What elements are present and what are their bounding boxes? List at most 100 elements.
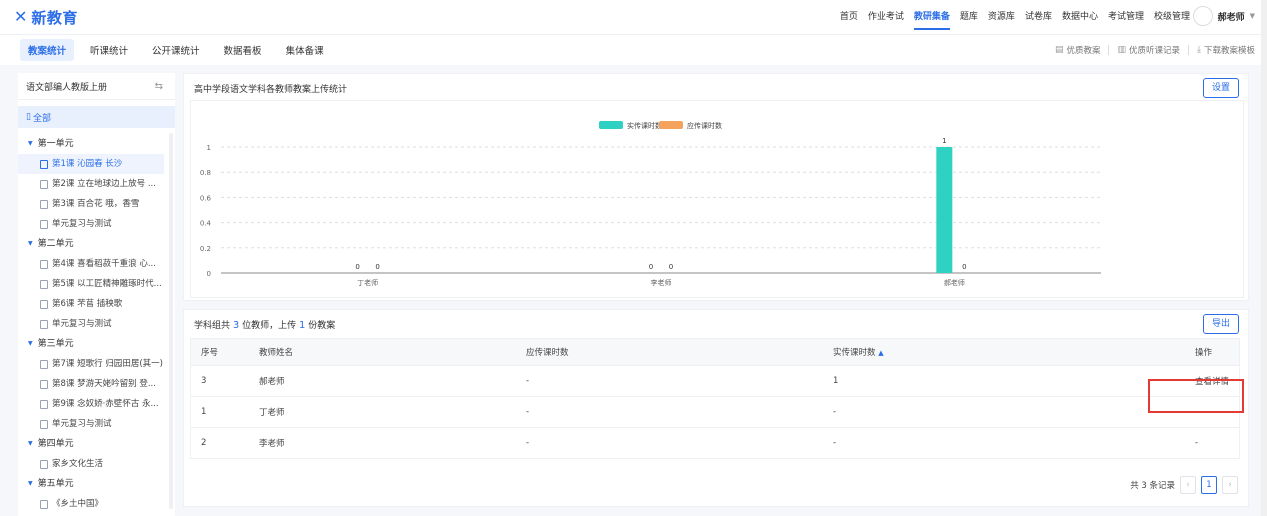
- tree-lesson-label: 第4课 喜看稻菽千重浪 心...: [52, 259, 156, 269]
- caret-down-icon[interactable]: ▼: [28, 134, 33, 154]
- document-icon: [40, 219, 48, 229]
- tree-unit[interactable]: ▼ 第一单元: [18, 134, 175, 154]
- chevron-down-icon[interactable]: ▼: [1250, 12, 1255, 20]
- nav-item[interactable]: 数据中心: [1057, 0, 1103, 34]
- tree-lesson[interactable]: 第8课 梦游天姥吟留别 登...: [18, 374, 164, 394]
- tab-item[interactable]: 数据看板: [216, 39, 270, 61]
- y-tick-label: 1: [207, 144, 211, 152]
- document-icon: [40, 159, 48, 169]
- tree-lesson[interactable]: 第7课 短歌行 归园田居(其一): [18, 354, 164, 374]
- chapter-tree: ▼ 第一单元第1课 沁园春 长沙第2课 立在地球边上放号 ... 第3课 百合花 哦…: [18, 134, 175, 514]
- cell-action: -: [1185, 427, 1240, 459]
- tree-unit-label: 第四单元: [37, 439, 74, 449]
- tab-item[interactable]: 集体备课: [278, 39, 332, 61]
- document-icon: [40, 419, 48, 429]
- prev-page-button[interactable]: ‹: [1180, 476, 1196, 494]
- user-menu[interactable]: 郝老师 ▼: [1192, 6, 1255, 26]
- tab-item[interactable]: 教案统计: [20, 39, 75, 61]
- quality-lesson-plan-label: 优质教案: [1066, 46, 1101, 56]
- x-tick-label: 李老师: [651, 278, 672, 287]
- page-scrollbar[interactable]: [1261, 0, 1267, 516]
- avatar[interactable]: [1192, 6, 1213, 26]
- highlight-box: [1148, 379, 1244, 413]
- download-template-link[interactable]: ⤓ 下载教案模板: [1197, 44, 1255, 56]
- tree-lesson[interactable]: 单元复习与测试: [18, 214, 164, 234]
- tree-unit[interactable]: ▼ 第二单元: [18, 234, 175, 254]
- sub-actions: ▤ 优质教案 ▥ 优质听课记录 ⤓ 下载教案模板: [1055, 35, 1255, 65]
- tree-lesson[interactable]: 第6课 芣苢 插秧歌: [18, 294, 164, 314]
- tab-item[interactable]: 听课统计: [82, 39, 136, 61]
- sub-tabs: 教案统计 听课统计 公开课统计 数据看板 集体备课: [20, 35, 340, 65]
- tree-lesson-label: 第7课 短歌行 归园田居(其一): [52, 359, 163, 369]
- settings-button[interactable]: 设置: [1202, 78, 1239, 98]
- x-tick-label: 郝老师: [944, 278, 965, 287]
- quality-listening-record-link[interactable]: ▥ 优质听课记录: [1117, 44, 1180, 56]
- cell-name: 丁老师: [249, 396, 516, 428]
- col-actual[interactable]: 实传课时数 ▲: [823, 338, 1185, 366]
- nav-item[interactable]: 试卷库: [1020, 0, 1057, 34]
- cell-expected: -: [516, 427, 823, 459]
- logo[interactable]: ✕ 新教育: [14, 6, 78, 28]
- caret-down-icon[interactable]: ▼: [28, 234, 33, 254]
- tree-lesson[interactable]: 单元复习与测试: [18, 414, 164, 434]
- tree-lesson[interactable]: 第4课 喜看稻菽千重浪 心...: [18, 254, 164, 274]
- nav-item[interactable]: 考试管理: [1103, 0, 1149, 34]
- tree-lesson[interactable]: 第5课 以工匠精神雕琢时代...: [18, 274, 164, 294]
- nav-item[interactable]: 作业考试: [863, 0, 909, 34]
- tree-unit-label: 第二单元: [37, 239, 74, 249]
- switch-icon[interactable]: ⇆: [155, 81, 163, 92]
- cell-no: 3: [190, 365, 249, 397]
- tree-lesson-label: 第1课 沁园春 长沙: [52, 159, 123, 169]
- caret-down-icon[interactable]: ▼: [28, 334, 33, 354]
- col-name: 教师姓名: [249, 338, 516, 366]
- sort-icon[interactable]: ▲: [878, 349, 883, 357]
- summary-mid: 位教师，上传: [242, 321, 297, 331]
- caret-down-icon[interactable]: ▼: [28, 474, 33, 494]
- cell-no: 1: [190, 396, 249, 428]
- caret-down-icon[interactable]: ▼: [28, 434, 33, 454]
- sidebar: 语文部编人教版上册 ⇆ ▯ 全部 ▼ 第一单元第1课 沁园春 长沙第2课 立在地球…: [18, 73, 175, 516]
- tree-lesson[interactable]: 第9课 念奴娇·赤壁怀古 永...: [18, 394, 164, 414]
- cell-expected: -: [516, 365, 823, 397]
- nav-item[interactable]: 教研集备: [909, 0, 955, 34]
- page-button[interactable]: 1: [1201, 476, 1217, 494]
- quality-lesson-plan-link[interactable]: ▤ 优质教案: [1055, 44, 1101, 56]
- tree-unit[interactable]: ▼ 第三单元: [18, 334, 175, 354]
- nav-item[interactable]: 首页: [835, 0, 863, 34]
- textbook-name: 语文部编人教版上册: [26, 82, 108, 93]
- summary-suffix: 份教案: [308, 321, 336, 331]
- nav-item[interactable]: 资源库: [983, 0, 1020, 34]
- tree-lesson[interactable]: 单元复习与测试: [18, 314, 164, 334]
- divider: [1188, 45, 1189, 55]
- next-page-button[interactable]: ›: [1222, 476, 1238, 494]
- tree-unit[interactable]: ▼ 第五单元: [18, 474, 175, 494]
- tree-unit-label: 第一单元: [37, 139, 74, 149]
- tree-lesson[interactable]: 第2课 立在地球边上放号 ...: [18, 174, 164, 194]
- divider: [1108, 45, 1110, 55]
- tab-item[interactable]: 公开课统计: [144, 39, 208, 61]
- nav-item[interactable]: 校级管理: [1149, 0, 1195, 34]
- sidebar-scrollbar[interactable]: [169, 133, 173, 509]
- tree-lesson[interactable]: 《乡土中国》: [18, 494, 164, 514]
- tree-unit[interactable]: ▼ 第四单元: [18, 434, 175, 454]
- tree-all-item[interactable]: ▯ 全部: [18, 106, 175, 128]
- data-label: 0: [649, 263, 653, 271]
- tree-lesson-label: 家乡文化生活: [52, 459, 104, 469]
- bar-chart: 0 0.2 0.4 0.6 0.8 1 实传课时数 应传课时数丁老师 0 0 李老师 0 0 郝老师 1 0: [200, 121, 1101, 287]
- user-name[interactable]: 郝老师: [1218, 10, 1245, 23]
- document-icon: [40, 259, 48, 269]
- record-icon: ▥: [1117, 45, 1126, 55]
- tree-lesson-label: 单元复习与测试: [52, 419, 112, 429]
- tree-lesson[interactable]: 第3课 百合花 哦，香雪: [18, 194, 164, 214]
- tree-lesson[interactable]: 第1课 沁园春 长沙: [18, 154, 164, 174]
- document-icon: [40, 299, 48, 309]
- cell-no: 2: [190, 427, 249, 459]
- tree-unit-label: 第五单元: [37, 479, 74, 489]
- textbook-selector[interactable]: 语文部编人教版上册 ⇆: [18, 73, 175, 100]
- tree-lesson-label: 第6课 芣苢 插秧歌: [52, 299, 123, 309]
- tree-lesson-label: 第3课 百合花 哦，香雪: [52, 199, 140, 209]
- export-button[interactable]: 导出: [1202, 314, 1239, 334]
- tree-lesson[interactable]: 家乡文化生活: [18, 454, 164, 474]
- teacher-table: 序号 教师姓名 应传课时数 实传课时数 ▲ 操作 3 郝老师 -1 查看详情 1 丁老师 -…: [190, 338, 1240, 459]
- nav-item[interactable]: 题库: [955, 0, 983, 34]
